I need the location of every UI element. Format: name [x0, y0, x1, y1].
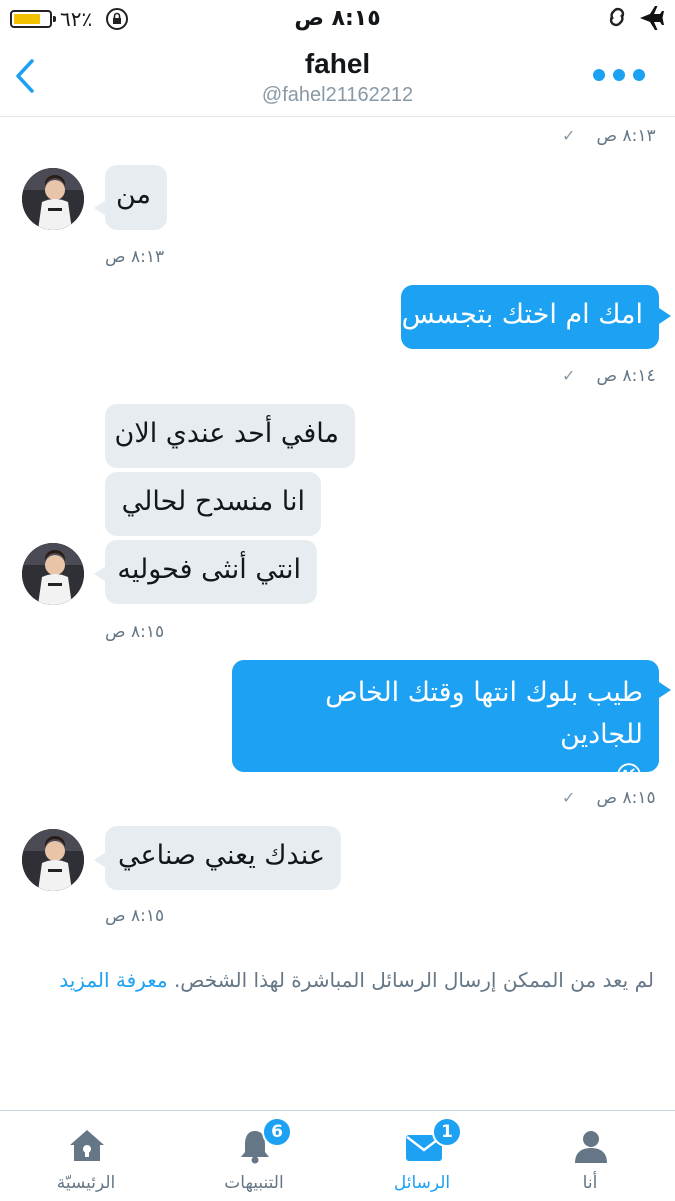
incoming-message[interactable]: انتي أنثى فحوليه: [105, 540, 317, 604]
avatar[interactable]: [22, 543, 84, 605]
tab-bar: الرئيسيّة 6 التنبيهات 1 الرسائل أنا: [0, 1110, 675, 1201]
notification-badge: 6: [262, 1117, 292, 1147]
status-time: ٨:١٥ ص: [294, 6, 381, 31]
tab-label: التنبيهات: [224, 1173, 284, 1193]
tab-home[interactable]: الرئيسيّة: [2, 1111, 170, 1201]
incoming-message[interactable]: عندك يعني صناعي: [105, 826, 341, 890]
message-time: ٨:١٥ ص: [105, 906, 165, 926]
tab-messages[interactable]: 1 الرسائل: [338, 1111, 506, 1201]
conversation-header: fahel @fahel21162212: [0, 38, 675, 117]
avatar[interactable]: [22, 829, 84, 891]
home-icon: [68, 1127, 106, 1165]
outgoing-message[interactable]: امك ام اختك بتجسس: [401, 285, 659, 349]
read-check-icon: ✓: [562, 126, 576, 145]
message-text: طيب بلوك انتها وقتك الخاص للجادين: [325, 677, 643, 750]
message-time: ٨:١٣ ص: [105, 247, 165, 267]
message-status: ✓ ٨:١٤ ص: [562, 366, 656, 386]
conversation-name: fahel: [304, 48, 371, 79]
tab-label: الرسائل: [393, 1173, 451, 1193]
tab-notifications[interactable]: 6 التنبيهات: [170, 1111, 338, 1201]
outgoing-message[interactable]: طيب بلوك انتها وقتك الخاص للجادين 😘: [232, 660, 659, 792]
notice-text: لم يعد من الممكن إرسال الرسائل المباشرة …: [173, 968, 654, 992]
airplane-icon: [638, 4, 666, 38]
more-options-icon[interactable]: [593, 69, 645, 81]
message-status: ✓ ٨:١٣ ص: [562, 126, 656, 146]
read-check-icon: ✓: [562, 366, 576, 385]
read-check-icon: ✓: [562, 788, 576, 807]
messages-badge: 1: [432, 1117, 462, 1147]
avatar[interactable]: [22, 168, 84, 230]
person-icon: [572, 1127, 610, 1165]
conversation-handle: @fahel21162212: [261, 84, 414, 106]
message-status: ✓ ٨:١٥ ص: [562, 788, 656, 808]
message-time: ٨:١٤ ص: [596, 366, 656, 386]
incoming-message[interactable]: من: [105, 165, 167, 230]
learn-more-link[interactable]: معرفة المزيد: [59, 968, 167, 992]
tab-label: أنا: [582, 1173, 598, 1193]
message-time: ٨:١٥ ص: [105, 622, 165, 642]
message-time: ٨:١٣ ص: [596, 126, 656, 146]
tab-label: الرئيسيّة: [56, 1173, 116, 1193]
tab-me[interactable]: أنا: [506, 1111, 674, 1201]
link-icon: [604, 4, 630, 36]
status-bar: ٪٦٢ ٨:١٥ ص: [0, 0, 675, 38]
incoming-message[interactable]: انا منسدح لحالي: [105, 472, 321, 536]
incoming-message[interactable]: مافي أحد عندي الان: [105, 404, 355, 468]
dm-disabled-notice: لم يعد من الممكن إرسال الرسائل المباشرة …: [22, 968, 654, 992]
message-time: ٨:١٥ ص: [596, 788, 656, 808]
